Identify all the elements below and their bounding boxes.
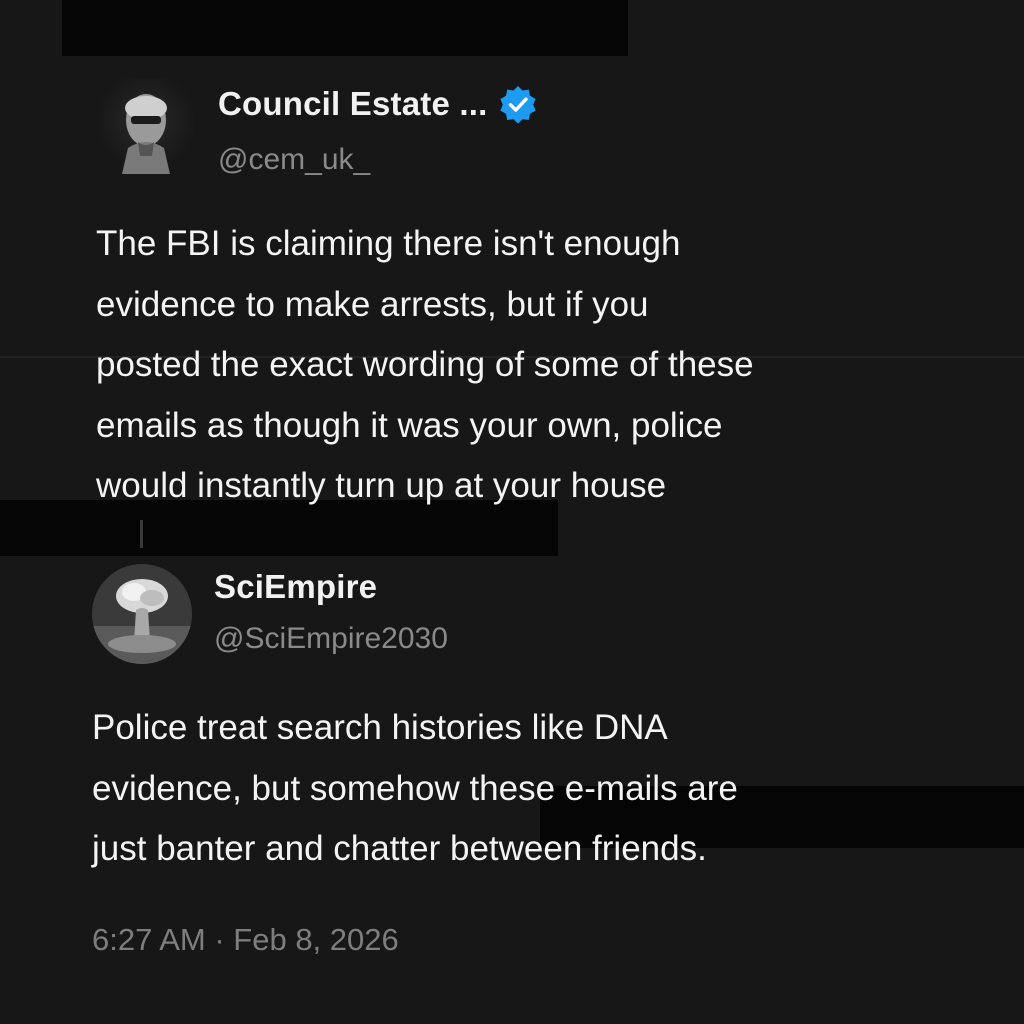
avatar[interactable]	[98, 78, 194, 174]
tweet-text-line: just banter and chatter between friends.	[92, 829, 707, 868]
thread-connector	[140, 520, 143, 548]
display-name[interactable]: Council Estate ...	[218, 85, 488, 123]
display-name[interactable]: SciEmpire	[214, 568, 377, 606]
avatar[interactable]	[92, 564, 192, 664]
tweet-text-line: The FBI is claiming there isn't enough	[96, 224, 681, 263]
tweet-text: Police treat search histories like DNA e…	[92, 698, 738, 880]
handle[interactable]: @cem_uk_	[218, 143, 370, 177]
tweet-text-line: Police treat search histories like DNA	[92, 708, 668, 747]
person-portrait-icon	[122, 94, 170, 174]
tweet-text: The FBI is claiming there isn't enough e…	[96, 214, 754, 517]
tweet-text-line: emails as though it was your own, police	[96, 405, 723, 445]
mushroom-cloud-icon	[92, 564, 192, 664]
tweet-text-line: evidence, but somehow these e-mails are	[92, 768, 738, 808]
author-row: SciEmpire	[214, 568, 377, 606]
tweet-text-line: posted the exact wording of some of thes…	[96, 345, 754, 384]
verified-badge-icon	[499, 86, 536, 124]
handle[interactable]: @SciEmpire2030	[214, 622, 448, 656]
author-row: Council Estate ...	[218, 84, 538, 124]
tweet-text-line: would instantly turn up at your house	[96, 466, 667, 505]
tweet-text-line: evidence to make arrests, but if you	[96, 284, 649, 324]
timestamp[interactable]: 6:27 AM · Feb 8, 2026	[92, 922, 399, 958]
reply-tweet[interactable]: SciEmpire @SciEmpire2030 Police treat se…	[0, 548, 1024, 968]
quoted-tweet[interactable]: Council Estate ... @cem_uk_ The FBI is c…	[0, 0, 1024, 520]
